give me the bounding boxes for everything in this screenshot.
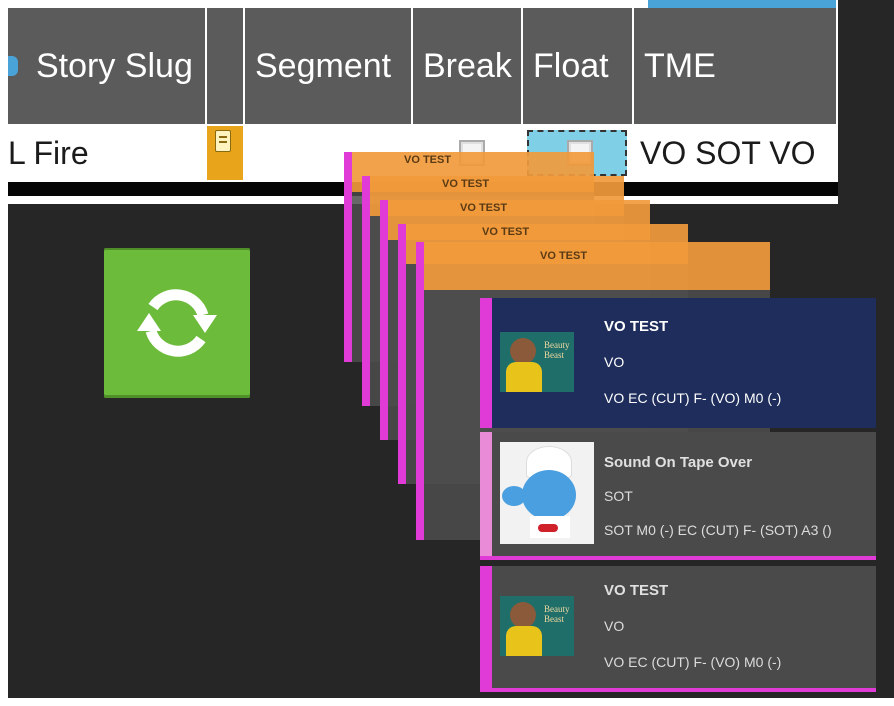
story-card[interactable]: Beauty Beast VO TEST VO VO EC (CUT) F- (… (480, 566, 876, 692)
card-detail: VO EC (CUT) F- (VO) M0 (-) (604, 654, 782, 670)
ghost-card-label: VO TEST (482, 226, 530, 238)
story-slug-text: L Fire (8, 135, 89, 171)
movie-poster-thumbnail: Beauty Beast (500, 332, 574, 392)
note-icon[interactable] (215, 130, 231, 152)
column-header-story-slug[interactable]: Story Slug (8, 8, 205, 124)
card-detail: VO EC (CUT) F- (VO) M0 (-) (604, 390, 782, 406)
header-accent (648, 0, 836, 8)
card-type: SOT (604, 488, 633, 504)
ghost-card-label: VO TEST (540, 250, 588, 262)
smurf-thumbnail (500, 442, 594, 544)
card-title: Sound On Tape Over (604, 454, 753, 471)
story-card-selected[interactable]: Beauty Beast VO TEST VO VO EC (CUT) F- (… (480, 298, 876, 428)
column-header-float[interactable]: Float (523, 8, 632, 124)
sort-icon (8, 56, 18, 77)
column-header-note[interactable] (207, 8, 243, 124)
story-card[interactable]: Sound On Tape Over SOT SOT M0 (-) EC (CU… (480, 432, 876, 560)
column-header-label: Break (423, 47, 512, 85)
column-header-segment[interactable]: Segment (245, 8, 411, 124)
poster-text: Beauty Beast (544, 604, 570, 624)
movie-poster-thumbnail: Beauty Beast (500, 596, 574, 656)
card-type: VO (604, 618, 625, 634)
column-header-label: TME (644, 47, 716, 85)
poster-text: Beauty Beast (544, 340, 570, 360)
cell-tme[interactable]: VO SOT VO (634, 126, 836, 180)
column-header-tme[interactable]: TME (634, 8, 836, 124)
ghost-card-label: VO TEST (404, 154, 452, 166)
card-detail: SOT M0 (-) EC (CUT) F- (SOT) A3 () (604, 522, 832, 538)
cell-story-slug[interactable]: L Fire (8, 126, 205, 180)
left-edge (0, 0, 8, 706)
card-title: VO TEST (604, 318, 669, 335)
card-type: VO (604, 354, 625, 370)
cell-note[interactable] (207, 126, 243, 180)
column-header-label: Story Slug (36, 47, 193, 85)
column-header-break[interactable]: Break (413, 8, 521, 124)
refresh-button[interactable] (104, 248, 250, 398)
tme-text: VO SOT VO (640, 135, 816, 171)
card-title: VO TEST (604, 582, 669, 599)
refresh-icon (137, 289, 217, 357)
bottom-edge (0, 698, 894, 706)
ghost-card-label: VO TEST (460, 202, 508, 214)
column-header-label: Segment (255, 47, 392, 85)
ghost-card-label: VO TEST (442, 178, 490, 190)
column-header-label: Float (533, 47, 609, 85)
